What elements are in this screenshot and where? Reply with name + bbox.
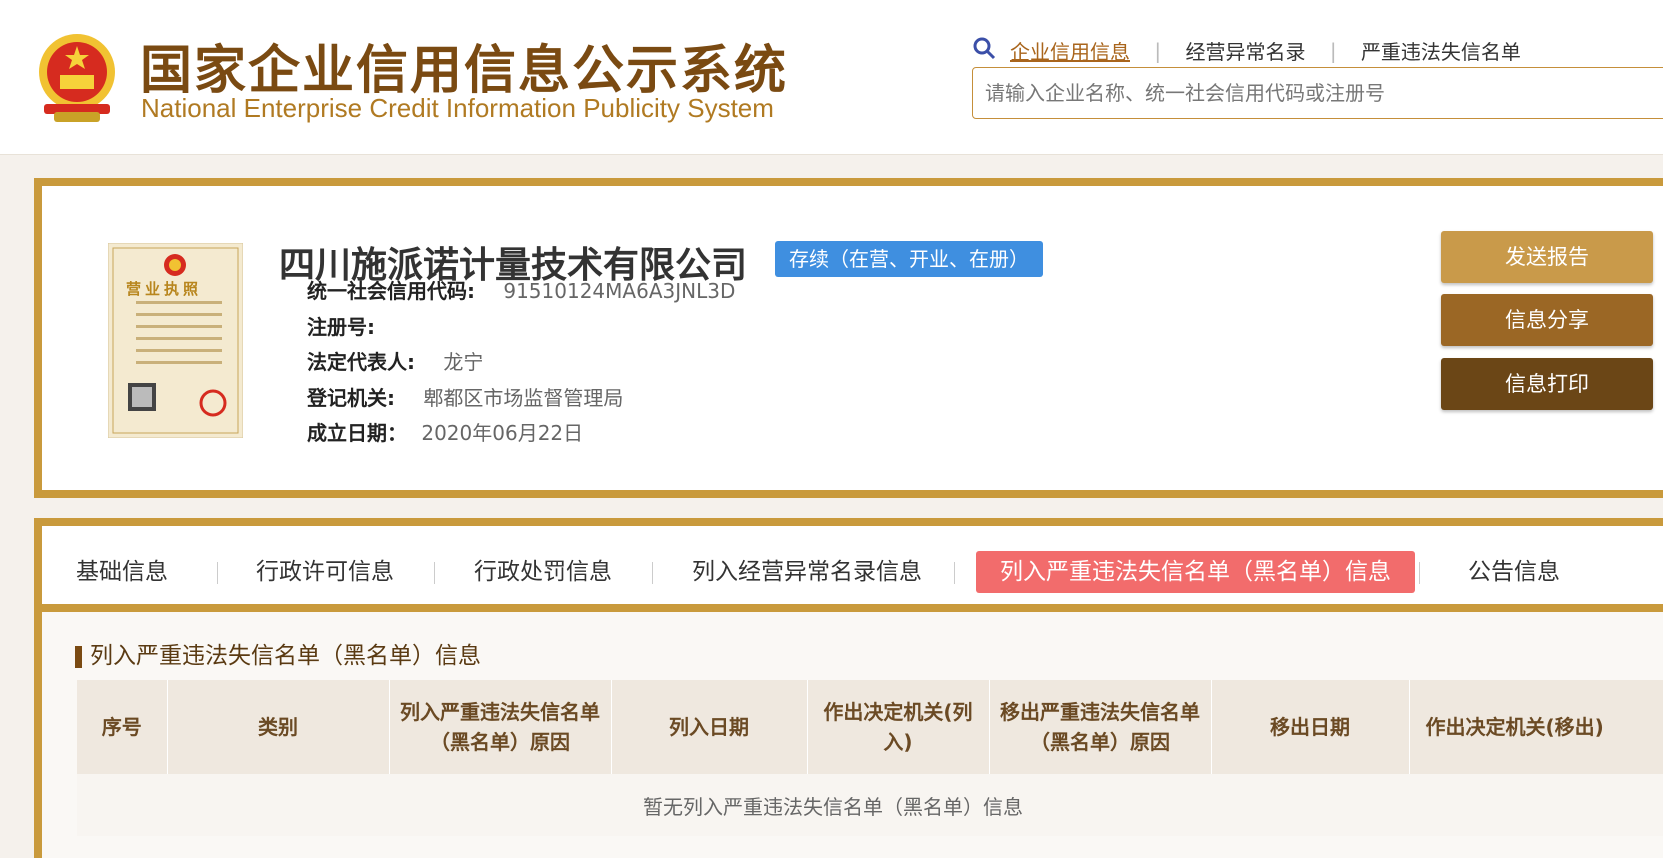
search-input[interactable] bbox=[973, 68, 1663, 118]
section-title-text: 列入严重违法失信名单（黑名单）信息 bbox=[90, 643, 481, 669]
national-emblem-icon bbox=[39, 34, 115, 122]
send-report-button[interactable]: 发送报告 bbox=[1441, 231, 1653, 283]
info-value: 郫都区市场监督管理局 bbox=[423, 386, 624, 410]
info-reg-number: 注册号: bbox=[307, 311, 397, 340]
tab-separator bbox=[652, 562, 653, 584]
col-category: 类别 bbox=[167, 680, 390, 774]
tab-admin-license[interactable]: 行政许可信息 bbox=[256, 551, 394, 593]
nav-separator: | bbox=[1329, 38, 1337, 63]
col-list-reason: 列入严重违法失信名单（黑名单）原因 bbox=[389, 680, 612, 774]
site-title: 国家企业信用信息公示系统 bbox=[140, 41, 789, 101]
info-value: 2020年06月22日 bbox=[421, 421, 584, 445]
tab-abnormal-list[interactable]: 列入经营异常名录信息 bbox=[692, 551, 922, 593]
nav-blacklist[interactable]: 严重违法失信名单 bbox=[1361, 36, 1521, 65]
col-remove-reason: 移出严重违法失信名单（黑名单）原因 bbox=[989, 680, 1212, 774]
nav-separator: | bbox=[1154, 38, 1162, 63]
magnifier-icon bbox=[973, 37, 996, 60]
table-row: 暂无列入严重违法失信名单（黑名单）信息 bbox=[77, 774, 1663, 836]
business-license-image bbox=[108, 243, 243, 438]
tab-bar: 基础信息 行政许可信息 行政处罚信息 列入经营异常名录信息 列入严重违法失信名单… bbox=[42, 526, 1663, 612]
info-label: 法定代表人: bbox=[307, 350, 415, 374]
tab-basic-info[interactable]: 基础信息 bbox=[76, 551, 168, 593]
table-header-row: 序号 类别 列入严重违法失信名单（黑名单）原因 列入日期 作出决定机关(列入) … bbox=[77, 680, 1663, 774]
info-legal-rep: 法定代表人: 龙宁 bbox=[307, 346, 483, 375]
company-card: 营业执照 四川施派诺计量技术有限公司 存续（在营、开业、在册） 统一社会信用代码… bbox=[34, 178, 1663, 498]
info-label: 成立日期： bbox=[307, 421, 407, 445]
info-label: 统一社会信用代码: bbox=[307, 279, 475, 303]
info-value: 91510124MA6A3JNL3D bbox=[503, 279, 736, 303]
tab-separator bbox=[434, 562, 435, 584]
section-title: 列入严重违法失信名单（黑名单）信息 bbox=[75, 636, 481, 670]
info-credit-code: 统一社会信用代码: 91510124MA6A3JNL3D bbox=[307, 275, 735, 304]
site-subtitle: National Enterprise Credit Information P… bbox=[141, 93, 774, 123]
col-remove-date: 移出日期 bbox=[1211, 680, 1410, 774]
info-registration-authority: 登记机关: 郫都区市场监督管理局 bbox=[307, 382, 623, 411]
empty-message: 暂无列入严重违法失信名单（黑名单）信息 bbox=[77, 774, 1663, 836]
detail-card: 基础信息 行政许可信息 行政处罚信息 列入经营异常名录信息 列入严重违法失信名单… bbox=[34, 518, 1663, 858]
blacklist-table: 序号 类别 列入严重违法失信名单（黑名单）原因 列入日期 作出决定机关(列入) … bbox=[77, 680, 1663, 836]
tab-separator bbox=[954, 562, 955, 584]
print-info-button[interactable]: 信息打印 bbox=[1441, 358, 1653, 410]
tab-separator bbox=[217, 562, 218, 584]
info-label: 登记机关: bbox=[307, 386, 395, 410]
info-label: 注册号: bbox=[307, 315, 375, 339]
top-nav: 企业信用信息 | 经营异常名录 | 严重违法失信名单 bbox=[1010, 36, 1521, 65]
search-box bbox=[972, 67, 1663, 119]
col-remove-authority: 作出决定机关(移出) bbox=[1409, 680, 1663, 774]
tab-separator bbox=[1419, 562, 1420, 584]
col-index: 序号 bbox=[77, 680, 168, 774]
info-established-date: 成立日期： 2020年06月22日 bbox=[307, 417, 583, 446]
col-list-authority: 作出决定机关(列入) bbox=[807, 680, 990, 774]
status-badge: 存续（在营、开业、在册） bbox=[775, 241, 1043, 277]
site-header: 国家企业信用信息公示系统 National Enterprise Credit … bbox=[0, 0, 1663, 155]
section-marker bbox=[75, 645, 82, 668]
nav-abnormal-list[interactable]: 经营异常名录 bbox=[1185, 36, 1305, 65]
license-title: 营业执照 bbox=[126, 280, 203, 298]
share-info-button[interactable]: 信息分享 bbox=[1441, 294, 1653, 346]
tab-blacklist[interactable]: 列入严重违法失信名单（黑名单）信息 bbox=[976, 551, 1415, 593]
col-list-date: 列入日期 bbox=[611, 680, 808, 774]
nav-credit-info[interactable]: 企业信用信息 bbox=[1010, 36, 1130, 65]
tab-announcement[interactable]: 公告信息 bbox=[1468, 551, 1560, 593]
info-value: 龙宁 bbox=[443, 350, 484, 374]
tab-admin-penalty[interactable]: 行政处罚信息 bbox=[474, 551, 612, 593]
